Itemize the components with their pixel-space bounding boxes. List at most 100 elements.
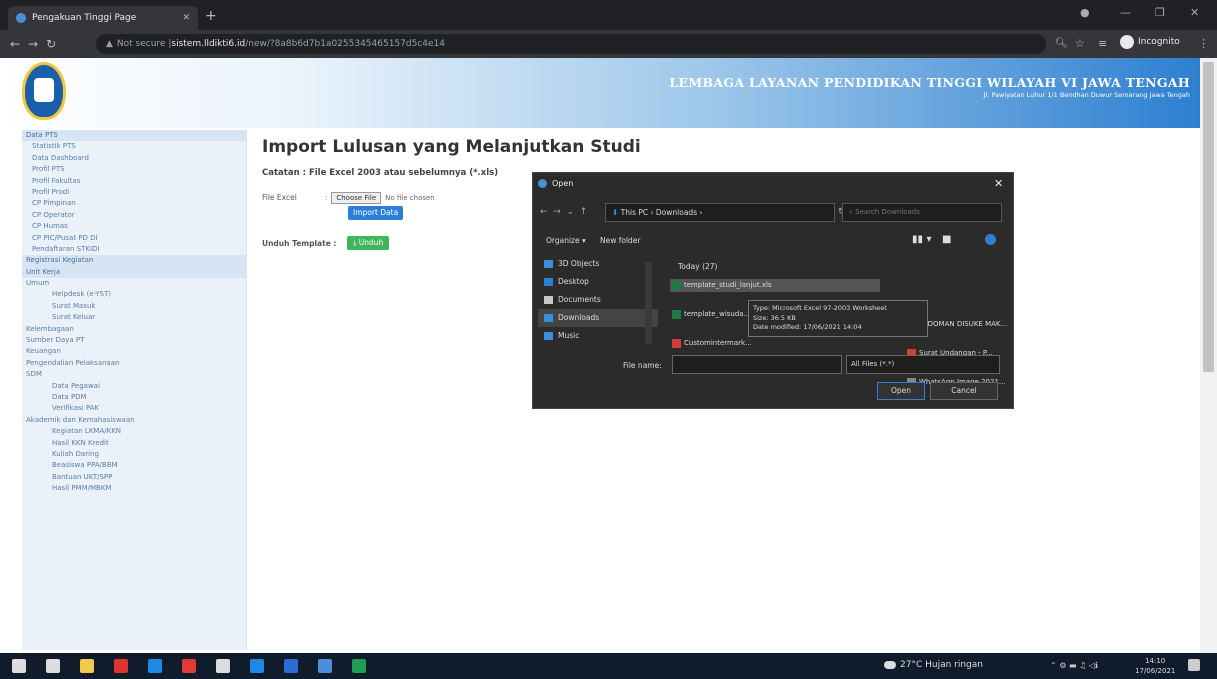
cancel-button[interactable]: Cancel — [930, 382, 998, 400]
file-name-input[interactable] — [672, 355, 842, 374]
sidebar-item[interactable]: Data Pegawai — [22, 381, 246, 392]
dialog-nav-item[interactable]: Documents — [538, 291, 658, 309]
sidebar-item[interactable]: Registrasi Kegiatan — [22, 255, 246, 267]
sidebar-item[interactable]: Helpdesk (e-YST) — [22, 289, 246, 300]
sidebar-item[interactable]: Akademik dan Kemahasiswaan — [22, 415, 246, 426]
new-folder-button[interactable]: New folder — [600, 236, 641, 245]
tab-title: Pengakuan Tinggi Page — [32, 13, 137, 23]
browser-tab[interactable]: Pengakuan Tinggi Page ✕ — [8, 6, 198, 30]
reload-icon[interactable]: ↻ — [46, 37, 56, 51]
open-button[interactable]: Open — [877, 382, 925, 400]
photos-icon[interactable] — [318, 659, 332, 673]
sidebar-item[interactable]: SDM — [22, 369, 246, 380]
word-icon[interactable] — [284, 659, 298, 673]
notification-icon[interactable] — [1188, 659, 1200, 671]
office-icon[interactable] — [114, 659, 128, 673]
folder-icon — [544, 260, 553, 268]
opera-icon[interactable] — [182, 659, 196, 673]
sidebar-item[interactable]: Profil Prodi — [22, 187, 246, 198]
sidebar-item[interactable]: Profil Fakultas — [22, 176, 246, 187]
tab-close-icon[interactable]: ✕ — [182, 13, 190, 23]
sidebar-item[interactable]: Hasil PMM/MBKM — [22, 483, 246, 494]
sidebar-item[interactable]: Sumber Daya PT — [22, 335, 246, 346]
header-title: LEMBAGA LAYANAN PENDIDIKAN TINGGI WILAYA… — [669, 75, 1190, 90]
file-icon[interactable] — [216, 659, 230, 673]
organize-menu[interactable]: Organize ▾ — [546, 236, 586, 245]
security-warning-icon: ▲ — [106, 39, 113, 49]
page-title: Import Lulusan yang Melanjutkan Studi — [262, 137, 641, 157]
store-icon[interactable] — [250, 659, 264, 673]
file-item[interactable]: PEDOMAN DISUKE MAK... — [905, 318, 1217, 331]
sidebar-item[interactable]: CP Operator — [22, 210, 246, 221]
maximize-icon[interactable]: ❐ — [1155, 6, 1165, 19]
dialog-title-text: Open — [552, 179, 574, 188]
choose-file-button[interactable]: Choose File — [331, 192, 382, 204]
sidebar-item[interactable]: Umum — [22, 278, 246, 289]
nav-pane-scrollbar[interactable] — [645, 262, 652, 344]
sidebar-item[interactable]: Kelembagaan — [22, 324, 246, 335]
download-template-button[interactable]: ⤓ Unduh — [347, 236, 390, 250]
folder-icon — [544, 314, 553, 322]
sidebar-item[interactable]: Surat Keluar — [22, 312, 246, 323]
start-icon[interactable] — [12, 659, 26, 673]
zoom-icon[interactable]: 🔍︎ — [1055, 38, 1068, 49]
dialog-search-input[interactable]: ⌕ Search Downloads — [842, 203, 1002, 222]
clock[interactable]: 14:10 17/06/2021 — [1135, 656, 1175, 676]
sidebar-item[interactable]: Beasiswa PPA/BBM — [22, 460, 246, 471]
weather-widget[interactable]: 27°C Hujan ringan — [884, 660, 983, 670]
excel-icon[interactable] — [352, 659, 366, 673]
bookmark-star-icon[interactable]: ☆ — [1075, 37, 1085, 50]
search-icon[interactable] — [46, 659, 60, 673]
explorer-icon[interactable] — [80, 659, 94, 673]
forward-icon[interactable]: → — [28, 37, 38, 51]
profile-icon[interactable]: ● — [1080, 6, 1090, 19]
sidebar-item[interactable]: Keuangan — [22, 346, 246, 357]
dialog-nav-arrows[interactable]: ← → ⌄ ↑ — [540, 207, 587, 217]
file-input[interactable]: : Choose File No file chosen — [325, 192, 435, 204]
dialog-nav-item[interactable]: Downloads — [538, 309, 658, 327]
window-close-icon[interactable]: ✕ — [1190, 6, 1199, 19]
dialog-close-icon[interactable]: ✕ — [994, 177, 1003, 190]
address-bar[interactable]: ▲ Not secure | sistem.lldikti6.id /new/?… — [96, 34, 1046, 54]
dialog-path-bar[interactable]: ⬇ This PC › Downloads › — [605, 203, 835, 222]
sidebar-item[interactable]: Verifikasi PAK — [22, 403, 246, 414]
sidebar-item[interactable]: CP Humas — [22, 221, 246, 232]
file-item[interactable]: template_studi_lanjut.xls — [670, 279, 880, 292]
sidebar-item[interactable]: Hasil KKN Kredit — [22, 438, 246, 449]
tooltip-date: Date modified: 17/06/2021 14:04 — [753, 323, 862, 331]
system-tray[interactable]: ⌃ ⚙ ▬ ♫ ◁ℹ — [1050, 661, 1098, 670]
sidebar-item[interactable]: CP Pimpinan — [22, 198, 246, 209]
dialog-nav-label: Documents — [558, 295, 601, 304]
incognito-label: Incognito — [1138, 37, 1180, 47]
incognito-indicator[interactable]: Incognito — [1120, 35, 1180, 49]
favicon-icon — [16, 13, 26, 23]
sidebar-item[interactable]: Kuliah Daring — [22, 449, 246, 460]
chrome-icon[interactable] — [148, 659, 162, 673]
sidebar-item[interactable]: Profil PTS — [22, 164, 246, 175]
sidebar-item[interactable]: CP PIC/Pusat PD DI — [22, 233, 246, 244]
sidebar-item[interactable]: Data PDM — [22, 392, 246, 403]
sidebar-item[interactable]: Kegiatan LKMA/KKN — [22, 426, 246, 437]
dialog-nav-item[interactable]: Desktop — [538, 273, 658, 291]
sidebar-item[interactable]: Pendaftaran STKIDI — [22, 244, 246, 255]
sidebar-item[interactable]: Statistik PTS — [22, 141, 246, 152]
import-data-button[interactable]: Import Data — [348, 206, 404, 220]
sidebar-item[interactable]: Unit Kerja — [22, 266, 246, 279]
sidebar-item[interactable]: Data Dashboard — [22, 153, 246, 164]
dialog-path-text: This PC › Downloads › — [620, 208, 703, 217]
minimize-icon[interactable]: — — [1120, 6, 1131, 19]
view-options-icon[interactable]: ▮▮ ▾ ■ — [912, 234, 951, 245]
sidebar-item[interactable]: Pengendalian Pelaksanaan — [22, 358, 246, 369]
reading-list-icon[interactable]: ≡ — [1098, 37, 1107, 50]
menu-kebab-icon[interactable]: ⋮ — [1198, 37, 1209, 50]
sidebar-item[interactable]: Bantuan UKT/SPP — [22, 472, 246, 483]
file-type-select[interactable]: All Files (*.*) — [846, 355, 1000, 374]
help-icon[interactable] — [985, 234, 996, 245]
dialog-nav-item[interactable]: Music — [538, 327, 658, 345]
sidebar-item[interactable]: Surat Masuk — [22, 301, 246, 312]
dialog-nav-item[interactable]: 3D Objects — [538, 255, 658, 273]
file-excel-label: File Excel — [262, 193, 297, 202]
new-tab-icon[interactable]: + — [205, 8, 217, 24]
sidebar-item[interactable]: Data PTS — [22, 130, 246, 142]
back-icon[interactable]: ← — [10, 37, 20, 51]
